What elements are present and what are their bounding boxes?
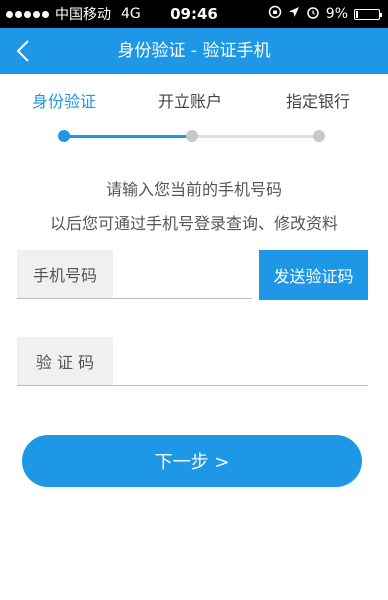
step-progress bbox=[0, 126, 388, 146]
step-dot-2 bbox=[186, 130, 198, 142]
navigation-bar: 身份验证 - 验证手机 bbox=[0, 28, 388, 74]
status-bar: 中国移动 4G 09:46 9% bbox=[0, 0, 388, 28]
step-label-open-account: 开立账户 bbox=[158, 92, 223, 111]
instruction-line-1: 请输入您当前的手机号码 bbox=[105, 180, 282, 199]
step-dot-3 bbox=[313, 130, 325, 142]
code-underline bbox=[17, 385, 368, 386]
phone-underline bbox=[17, 298, 252, 299]
battery-icon bbox=[354, 8, 382, 20]
status-right: 9% bbox=[268, 0, 382, 28]
battery-percent: 9% bbox=[325, 6, 348, 22]
progress-line-complete bbox=[64, 135, 192, 138]
progress-line-pending bbox=[192, 135, 319, 138]
code-label: 验 证 码 bbox=[17, 337, 113, 385]
code-input[interactable] bbox=[120, 339, 368, 383]
phone-input[interactable] bbox=[120, 252, 252, 296]
page-title: 身份验证 - 验证手机 bbox=[117, 41, 271, 61]
step-indicator: 身份验证 开立账户 指定银行 bbox=[0, 88, 388, 118]
phone-label: 手机号码 bbox=[17, 250, 113, 298]
alarm-icon bbox=[306, 5, 320, 23]
instruction-line-2: 以后您可通过手机号登录查询、修改资料 bbox=[49, 214, 338, 233]
lock-rotation-icon bbox=[268, 5, 282, 23]
step-label-identity: 身份验证 bbox=[32, 92, 97, 111]
location-arrow-icon bbox=[288, 6, 300, 22]
step-label-bank: 指定银行 bbox=[286, 92, 351, 111]
next-button[interactable]: 下一步 > bbox=[22, 435, 362, 487]
step-dot-1 bbox=[58, 130, 70, 142]
send-code-button[interactable]: 发送验证码 bbox=[259, 250, 368, 300]
